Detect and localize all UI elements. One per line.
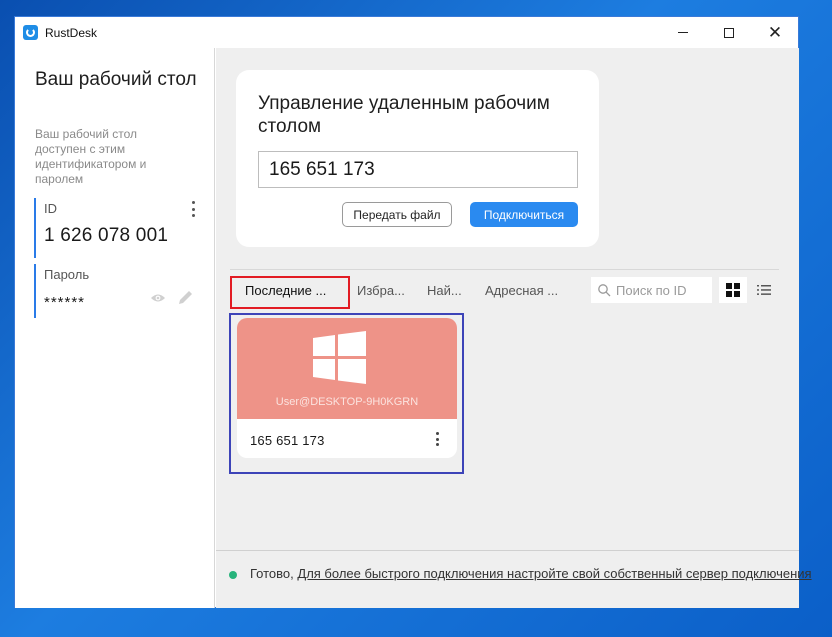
password-field: Пароль ******: [34, 264, 199, 318]
window-controls: ✕: [660, 17, 798, 48]
search-box[interactable]: [591, 277, 712, 303]
password-label: Пароль: [44, 267, 90, 282]
windows-icon: [313, 331, 366, 384]
minimize-button[interactable]: [660, 17, 706, 48]
title-bar[interactable]: RustDesk ✕: [15, 17, 798, 48]
status-message: Готово, Для более быстрого подключения н…: [229, 566, 829, 582]
maximize-button[interactable]: [706, 17, 752, 48]
search-icon: [598, 284, 611, 297]
list-view-button[interactable]: [751, 277, 777, 303]
search-input[interactable]: [616, 282, 706, 298]
password-value[interactable]: ******: [44, 294, 199, 311]
id-value[interactable]: 1 626 078 001: [44, 225, 199, 247]
connect-title: Управление удаленным рабочим столом: [258, 93, 550, 137]
tab-discovered[interactable]: Най...: [427, 276, 462, 304]
close-button[interactable]: ✕: [752, 17, 798, 48]
close-icon: ✕: [767, 22, 783, 42]
transfer-file-button[interactable]: Передать файл: [342, 202, 452, 227]
grid-icon: [726, 283, 740, 297]
sidebar-description: Ваш рабочий стол доступен с этим идентиф…: [35, 127, 147, 186]
id-menu-icon[interactable]: [187, 201, 199, 217]
pencil-icon[interactable]: [177, 289, 194, 306]
grid-view-button[interactable]: [719, 277, 747, 303]
tab-address-book[interactable]: Адресная ...: [485, 276, 558, 304]
peer-menu-icon[interactable]: [434, 432, 440, 446]
minimize-icon: [678, 32, 688, 33]
tabs-divider: [230, 269, 779, 270]
recent-tab-highlight: [230, 276, 350, 309]
tab-favorites[interactable]: Избра...: [357, 276, 405, 304]
rustdesk-window: RustDesk ✕ Ваш рабочий стол Ваш рабочий …: [14, 16, 812, 608]
sidebar: Ваш рабочий стол Ваш рабочий стол доступ…: [15, 48, 215, 608]
id-label: ID: [44, 201, 57, 216]
list-icon: [757, 285, 771, 295]
maximize-icon: [724, 27, 734, 38]
sidebar-title: Ваш рабочий стол: [35, 69, 197, 90]
remote-id-input[interactable]: [258, 151, 578, 188]
window-title: RustDesk: [45, 25, 98, 40]
peer-id: 165 651 173: [250, 433, 325, 448]
peer-thumbnail[interactable]: User@DESKTOP-9H0KGRN: [237, 318, 457, 419]
connect-card: Управление удаленным рабочим столом Пере…: [236, 70, 599, 247]
connect-button[interactable]: Подключиться: [470, 202, 578, 227]
peer-username: User@DESKTOP-9H0KGRN: [275, 396, 419, 408]
eye-icon[interactable]: [150, 293, 166, 303]
status-text: Готово,: [250, 566, 294, 581]
id-field: ID 1 626 078 001: [34, 198, 199, 258]
peer-card[interactable]: User@DESKTOP-9H0KGRN 165 651 173: [237, 318, 457, 458]
setup-server-link[interactable]: Для более быстрого подключения настройте…: [297, 566, 811, 581]
status-bar: Готово, Для более быстрого подключения н…: [216, 550, 812, 608]
rustdesk-logo-icon: [23, 25, 38, 40]
main-panel: Управление удаленным рабочим столом Пере…: [216, 48, 812, 608]
